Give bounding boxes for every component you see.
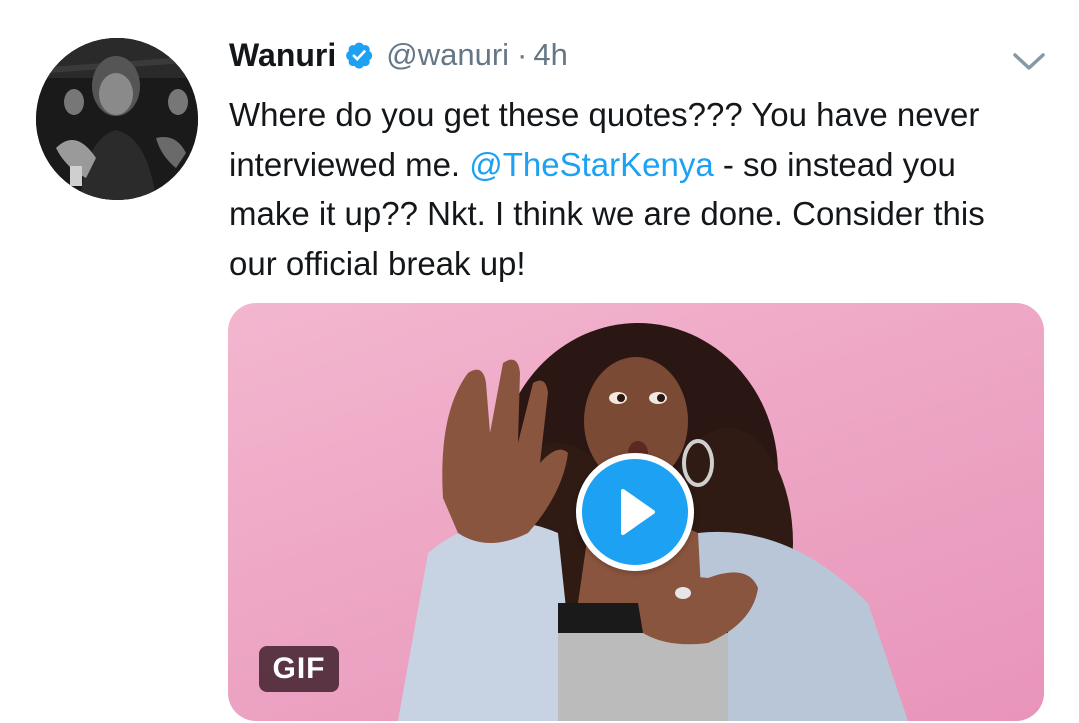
tweet: Wanuri @wanuri · 4h Where do you get the… [0,0,1079,723]
meta-separator: · [517,37,528,72]
play-icon [621,489,655,535]
verified-badge-icon [344,40,374,70]
play-button[interactable] [576,453,694,571]
tweet-text: Where do you get these quotes??? You hav… [229,90,1019,288]
avatar[interactable] [36,38,198,200]
gif-badge: GIF [259,646,339,692]
avatar-image [36,38,198,200]
tweet-header: Wanuri @wanuri · 4h [229,30,568,80]
mention-link[interactable]: @TheStarKenya [469,146,713,183]
chevron-down-icon[interactable] [1011,50,1047,74]
author-display-name[interactable]: Wanuri [229,37,336,74]
tweet-timestamp[interactable]: 4h [533,37,567,73]
author-handle[interactable]: @wanuri [386,37,509,73]
